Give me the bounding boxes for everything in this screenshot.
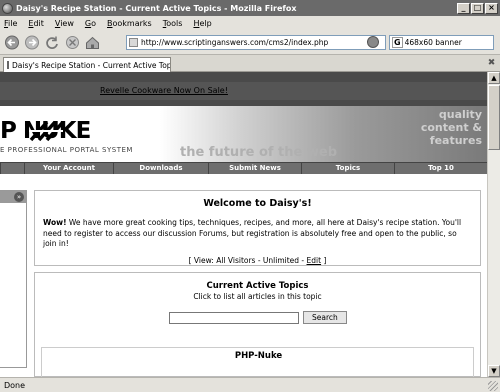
topics-search-row: Search [169, 311, 347, 324]
menu-help[interactable]: Help [193, 19, 211, 28]
window-controls: _ □ × [457, 2, 498, 14]
close-tab-icon[interactable]: ✖ [486, 58, 497, 69]
menu-edit-label: dit [33, 19, 44, 28]
forward-arrow-icon [25, 35, 39, 50]
collapse-arrow-icon[interactable]: » [14, 192, 24, 202]
nav-topics[interactable]: Topics [301, 163, 394, 174]
welcome-lead: Wow! [43, 218, 67, 227]
view-suffix: ] [321, 255, 327, 265]
home-button[interactable] [84, 35, 101, 50]
topics-subtitle: Click to list all articles in this topic [193, 292, 322, 301]
menu-view-label: iew [60, 19, 74, 28]
banner-tagline: the future of the web [180, 145, 338, 160]
menu-tools-label: ools [166, 19, 183, 28]
vertical-scrollbar[interactable]: ▲ ▼ [487, 72, 500, 377]
back-arrow-icon [5, 35, 19, 50]
stop-icon [66, 36, 79, 49]
quality-line-3: features [429, 134, 482, 147]
ad-link[interactable]: Revelle Cookware Now On Sale! [100, 86, 228, 95]
active-topics-box: Current Active Topics Click to list all … [34, 272, 481, 377]
menu-go[interactable]: Go [85, 19, 96, 28]
reload-button[interactable] [44, 35, 61, 50]
window-titlebar: Daisy's Recipe Station - Current Active … [0, 0, 500, 16]
left-sidebar-header: » [0, 191, 26, 203]
reload-icon [46, 36, 58, 49]
welcome-body: We have more great cooking tips, techniq… [43, 218, 462, 248]
menu-file[interactable]: File [4, 19, 17, 28]
page-favicon-icon [129, 38, 138, 47]
logo-subtitle: E PROFESSIONAL PORTAL SYSTEM [0, 146, 133, 154]
tab-bar: Daisy's Recipe Station - Current Active … [0, 55, 500, 72]
view-prefix: [ View: All Visitors - Unlimited - [188, 255, 307, 265]
nav-home[interactable] [0, 163, 24, 174]
edit-link[interactable]: Edit [307, 256, 322, 265]
menu-bar: File Edit View Go Bookmarks Tools Help [0, 16, 500, 31]
menu-bookmarks[interactable]: Bookmarks [107, 19, 152, 28]
scroll-up-arrow-icon[interactable]: ▲ [488, 72, 500, 84]
forward-button[interactable] [24, 35, 41, 50]
welcome-title: Welcome to Daisy's! [203, 198, 312, 209]
quality-line-1: quality [438, 108, 482, 121]
menu-edit[interactable]: Edit [28, 19, 44, 28]
search-box-value: 468x60 banner [404, 38, 462, 47]
ad-bar: Revelle Cookware Now On Sale! [0, 72, 487, 106]
menu-tools[interactable]: Tools [163, 19, 183, 28]
nav-top-10[interactable]: Top 10 [394, 163, 487, 174]
maximize-button[interactable]: □ [471, 2, 484, 14]
nav-your-account[interactable]: Your Account [24, 163, 113, 174]
search-engine-icon[interactable]: G [392, 37, 403, 48]
view-permissions-line: [ View: All Visitors - Unlimited - Edit … [35, 256, 480, 265]
search-box[interactable]: G 468x60 banner [389, 35, 494, 50]
back-button[interactable] [4, 35, 21, 50]
status-text: Done [4, 380, 26, 390]
site-nav-bar: Your Account Downloads Submit News Topic… [0, 162, 487, 174]
left-sidebar-block: » [0, 190, 27, 368]
tab-active[interactable]: Daisy's Recipe Station - Current Active … [3, 57, 171, 72]
menu-go-label: o [91, 19, 96, 28]
nav-submit-news[interactable]: Submit News [208, 163, 301, 174]
minimize-button[interactable]: _ [457, 2, 470, 14]
scroll-down-arrow-icon[interactable]: ▼ [488, 365, 500, 377]
menu-file-label: ile [8, 19, 18, 28]
quality-line-2: content & [420, 121, 482, 134]
navigation-toolbar: http://www.scriptinganswers.com/cms2/ind… [0, 31, 500, 55]
ad-strip [0, 82, 487, 100]
tab-label: Daisy's Recipe Station - Current Active … [12, 60, 171, 70]
go-button[interactable] [367, 36, 379, 48]
search-button[interactable]: Search [303, 311, 347, 324]
firefox-icon [2, 2, 13, 14]
home-icon [86, 36, 99, 49]
address-bar[interactable]: http://www.scriptinganswers.com/cms2/ind… [126, 35, 386, 50]
site-header-banner: P NUKE E PROFESSIONAL PORTAL SYSTEM the … [0, 106, 487, 162]
status-bar: Done [0, 377, 500, 392]
window-title: Daisy's Recipe Station - Current Active … [16, 3, 297, 13]
menu-help-label: elp [199, 19, 212, 28]
menu-view[interactable]: View [55, 19, 74, 28]
logo-slash-mark-icon [29, 120, 64, 142]
tab-favicon-icon [7, 61, 9, 69]
stop-button[interactable] [64, 35, 81, 50]
resize-grip-icon[interactable] [488, 381, 498, 391]
nav-downloads[interactable]: Downloads [113, 163, 208, 174]
topics-search-input[interactable] [169, 311, 299, 324]
topic-title-php-nuke[interactable]: PHP-Nuke [35, 351, 482, 361]
menu-bookmarks-label: ookmarks [112, 19, 152, 28]
banner-quality-text: quality content & features [407, 108, 482, 147]
welcome-message: Wow! We have more great cooking tips, te… [43, 218, 472, 250]
scroll-thumb[interactable] [488, 85, 500, 150]
close-button[interactable]: × [485, 2, 498, 14]
url-text: http://www.scriptinganswers.com/cms2/ind… [141, 38, 329, 47]
welcome-box: Welcome to Daisy's! Wow! We have more gr… [34, 190, 481, 266]
page-viewport: Revelle Cookware Now On Sale! P NUKE E P… [0, 72, 487, 377]
topics-title: Current Active Topics [206, 281, 309, 291]
